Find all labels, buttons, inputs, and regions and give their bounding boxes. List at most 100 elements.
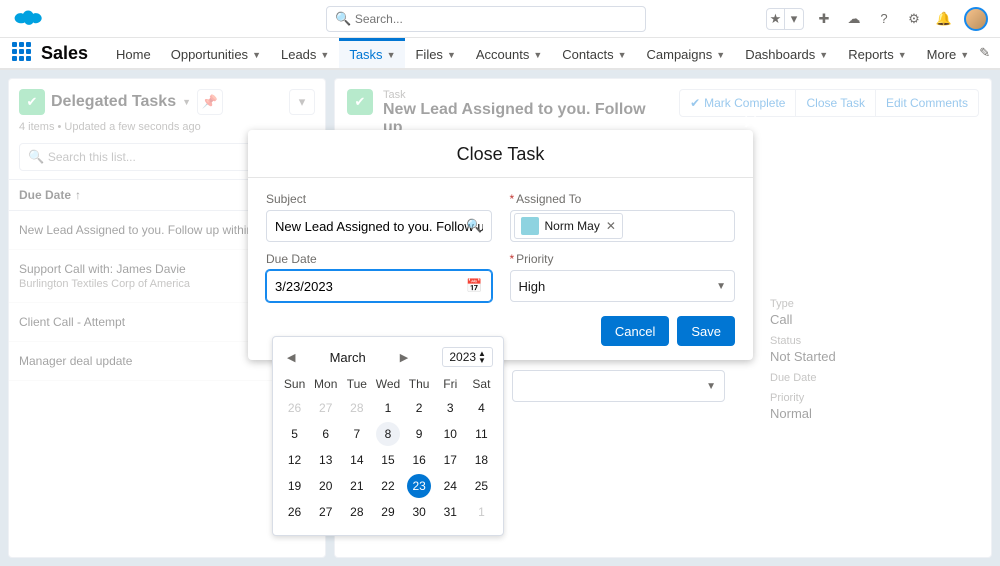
nav-tab-label: Opportunities xyxy=(171,47,248,62)
nav-tab-tasks[interactable]: Tasks ▼ xyxy=(339,38,405,68)
day-cell[interactable]: 11 xyxy=(469,422,493,446)
global-search-input[interactable] xyxy=(355,12,637,26)
nav-tab-label: Dashboards xyxy=(745,47,815,62)
global-header: 🔍 ★▾ ✚ ☁ ? ⚙ 🔔 xyxy=(0,0,1000,38)
day-cell[interactable]: 14 xyxy=(345,448,369,472)
priority-select[interactable]: High ▼ xyxy=(510,270,736,302)
trailhead-icon[interactable]: ☁ xyxy=(844,9,864,29)
chevron-down-icon[interactable]: ▼ xyxy=(898,50,907,60)
nav-tab-label: Tasks xyxy=(349,47,382,62)
chevron-down-icon[interactable]: ▼ xyxy=(960,50,969,60)
app-launcher-icon[interactable] xyxy=(12,42,31,64)
extra-select[interactable]: ▼ xyxy=(512,370,725,402)
day-cell[interactable]: 21 xyxy=(345,474,369,498)
day-cell[interactable]: 10 xyxy=(438,422,462,446)
chevron-down-icon[interactable]: ▼ xyxy=(819,50,828,60)
day-cell[interactable]: 23 xyxy=(407,474,431,498)
app-nav: Sales HomeOpportunities▼Leads▼Tasks▼File… xyxy=(0,38,1000,70)
chevron-down-icon[interactable]: ▼ xyxy=(252,50,261,60)
year-select[interactable]: 2023 ▲▼ xyxy=(442,347,493,367)
day-cell[interactable]: 27 xyxy=(314,500,338,524)
due-date-input[interactable]: 📅 xyxy=(266,270,492,302)
subject-label: Subject xyxy=(266,192,492,206)
day-cell[interactable]: 6 xyxy=(314,422,338,446)
nav-tab-home[interactable]: Home xyxy=(106,38,161,68)
day-cell[interactable]: 28 xyxy=(345,396,369,420)
lookup-icon[interactable]: 🔍 xyxy=(466,218,482,234)
nav-tab-contacts[interactable]: Contacts▼ xyxy=(552,38,636,68)
modal-close-button[interactable]: ✕ xyxy=(742,110,759,135)
chevron-down-icon[interactable]: ▼ xyxy=(716,50,725,60)
dow-header: Wed xyxy=(372,373,403,395)
subject-field[interactable] xyxy=(275,219,483,234)
day-cell[interactable]: 26 xyxy=(283,500,307,524)
day-cell[interactable]: 13 xyxy=(314,448,338,472)
global-search[interactable]: 🔍 xyxy=(326,6,646,32)
day-cell[interactable]: 18 xyxy=(469,448,493,472)
edit-nav-icon[interactable]: ✎ xyxy=(979,45,990,61)
assigned-to-input[interactable]: Norm May ✕ xyxy=(510,210,736,242)
app-name: Sales xyxy=(41,43,88,64)
nav-tab-label: Home xyxy=(116,47,151,62)
month-label: March xyxy=(330,350,366,365)
setup-icon[interactable]: ⚙ xyxy=(904,9,924,29)
day-cell[interactable]: 3 xyxy=(438,396,462,420)
day-cell[interactable]: 2 xyxy=(407,396,431,420)
day-cell[interactable]: 12 xyxy=(283,448,307,472)
nav-tab-label: More xyxy=(927,47,957,62)
day-cell[interactable]: 1 xyxy=(469,500,493,524)
user-avatar[interactable] xyxy=(964,7,988,31)
cancel-button[interactable]: Cancel xyxy=(601,316,669,346)
day-cell[interactable]: 26 xyxy=(283,396,307,420)
day-cell[interactable]: 29 xyxy=(376,500,400,524)
year-value: 2023 xyxy=(449,350,476,364)
day-cell[interactable]: 19 xyxy=(283,474,307,498)
modal-title: Close Task xyxy=(248,130,753,178)
dow-header: Fri xyxy=(435,373,466,395)
day-cell[interactable]: 5 xyxy=(283,422,307,446)
day-cell[interactable]: 25 xyxy=(469,474,493,498)
subject-input[interactable]: 🔍 xyxy=(266,210,492,242)
chevron-down-icon[interactable]: ▼ xyxy=(320,50,329,60)
favorites-split[interactable]: ★▾ xyxy=(766,8,804,30)
nav-tab-opportunities[interactable]: Opportunities ▼ xyxy=(161,38,271,68)
day-cell[interactable]: 30 xyxy=(407,500,431,524)
save-button[interactable]: Save xyxy=(677,316,735,346)
due-date-field[interactable] xyxy=(275,279,483,294)
day-cell[interactable]: 4 xyxy=(469,396,493,420)
nav-tab-reports[interactable]: Reports▼ xyxy=(838,38,916,68)
next-month-button[interactable]: ▶ xyxy=(396,351,412,364)
day-cell[interactable]: 9 xyxy=(407,422,431,446)
chevron-down-icon[interactable]: ▼ xyxy=(387,50,396,60)
nav-tab-dashboards[interactable]: Dashboards ▼ xyxy=(735,38,838,68)
day-cell[interactable]: 22 xyxy=(376,474,400,498)
nav-tab-accounts[interactable]: Accounts▼ xyxy=(466,38,552,68)
nav-tab-campaigns[interactable]: Campaigns▼ xyxy=(637,38,736,68)
help-icon[interactable]: ? xyxy=(874,9,894,29)
day-cell[interactable]: 1 xyxy=(376,396,400,420)
chevron-down-icon[interactable]: ▼ xyxy=(533,50,542,60)
chevron-down-icon[interactable]: ▼ xyxy=(447,50,456,60)
prev-month-button[interactable]: ◀ xyxy=(283,351,299,364)
chevron-down-icon[interactable]: ▼ xyxy=(618,50,627,60)
add-icon[interactable]: ✚ xyxy=(814,9,834,29)
nav-tab-more[interactable]: More▼ xyxy=(917,38,980,68)
day-cell[interactable]: 28 xyxy=(345,500,369,524)
day-cell[interactable]: 16 xyxy=(407,448,431,472)
remove-pill-button[interactable]: ✕ xyxy=(606,219,616,233)
day-cell[interactable]: 24 xyxy=(438,474,462,498)
day-cell[interactable]: 20 xyxy=(314,474,338,498)
day-cell[interactable]: 27 xyxy=(314,396,338,420)
day-cell[interactable]: 8 xyxy=(376,422,400,446)
day-cell[interactable]: 31 xyxy=(438,500,462,524)
notifications-icon[interactable]: 🔔 xyxy=(934,9,954,29)
day-cell[interactable]: 17 xyxy=(438,448,462,472)
day-cell[interactable]: 7 xyxy=(345,422,369,446)
nav-tab-files[interactable]: Files▼ xyxy=(405,38,465,68)
calendar-icon[interactable]: 📅 xyxy=(466,278,482,294)
search-icon: 🔍 xyxy=(335,11,351,27)
chevron-down-icon: ▼ xyxy=(706,381,716,392)
day-cell[interactable]: 15 xyxy=(376,448,400,472)
nav-tab-leads[interactable]: Leads▼ xyxy=(271,38,339,68)
stepper-icon: ▲▼ xyxy=(478,350,486,364)
